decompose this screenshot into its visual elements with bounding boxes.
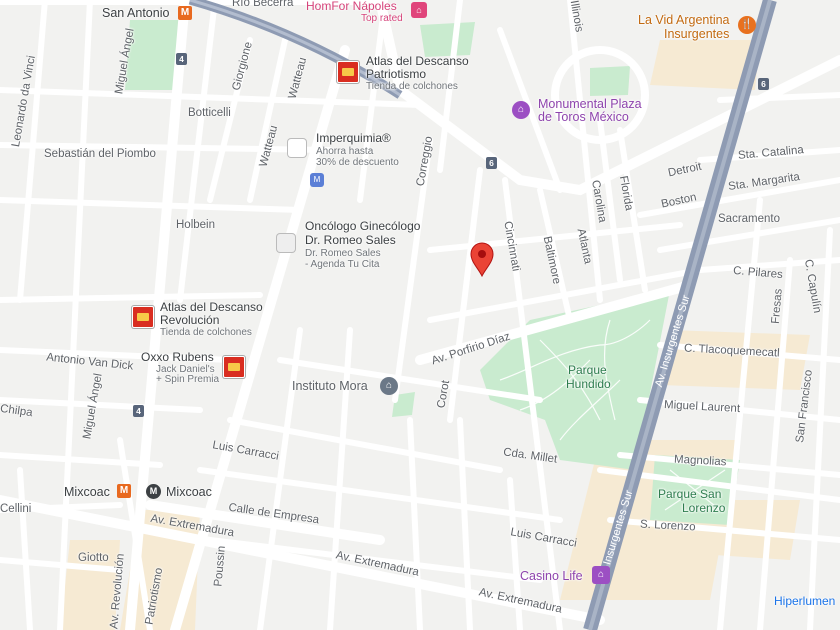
mattress-store-icon[interactable]	[337, 61, 359, 83]
route-4-shield: 4	[133, 405, 144, 417]
street-label: Magnolias	[673, 453, 727, 469]
school-icon[interactable]: ⌂	[380, 377, 398, 395]
metro-icon[interactable]: M	[178, 6, 192, 20]
oncologo-label-2[interactable]: Dr. Romeo Sales	[305, 233, 396, 247]
metro-icon[interactable]: M	[117, 484, 131, 498]
metrobus-icon[interactable]: M	[146, 484, 161, 499]
mattress-store-icon[interactable]	[132, 306, 154, 328]
route-4-shield: 4	[176, 53, 187, 65]
imperquimia-logo-icon[interactable]	[288, 139, 306, 157]
oxxo-ad-line-2: + Spin Premia	[156, 374, 220, 385]
homfor-rating: Top rated	[361, 13, 403, 24]
imperquimia-label[interactable]: Imperquimia®	[316, 131, 391, 145]
clinic-icon[interactable]	[277, 234, 295, 252]
street-label: Sebastián del Piombo	[44, 148, 156, 160]
route-6-shield: 6	[486, 157, 497, 169]
atlas-revolucion-label-2[interactable]: Revolución	[160, 313, 219, 327]
bus-stop-icon[interactable]: M	[310, 173, 324, 187]
atlas-patriotismo-label-2[interactable]: Patriotismo	[366, 67, 426, 81]
street-label: Río Becerra	[232, 0, 294, 9]
instituto-mora-label[interactable]: Instituto Mora	[292, 379, 368, 394]
casino-life-label[interactable]: Casino Life	[520, 569, 583, 584]
street-label: Holbein	[176, 219, 215, 231]
casino-icon[interactable]: ⌂	[592, 566, 610, 584]
red-location-pin	[470, 242, 494, 278]
mixcoac-label[interactable]: Mixcoac	[64, 485, 110, 500]
mixcoac-metrobus-label[interactable]: Mixcoac	[166, 485, 212, 500]
street-label: Cellini	[0, 503, 32, 515]
street-label: Botticelli	[188, 107, 231, 119]
la-vid-argentina-label[interactable]: La Vid Argentina	[638, 13, 730, 28]
street-label: Sacramento	[718, 213, 781, 225]
imperquimia-ad-line-1: Ahorra hasta	[316, 146, 374, 157]
san-antonio-label[interactable]: San Antonio	[102, 6, 169, 21]
oncologo-ad-line-2: - Agenda Tu Cita	[305, 259, 380, 270]
atlas-patriotismo-category: Tienda de colchones	[366, 81, 458, 92]
shopping-bag-icon[interactable]: ⌂	[411, 2, 427, 18]
la-vid-argentina-label-2[interactable]: Insurgentes	[664, 27, 729, 42]
restaurant-fork-icon[interactable]: 🍴	[738, 16, 756, 34]
imperquimia-ad-line-2: 30% de descuento	[316, 157, 399, 168]
monumental-plaza-label-2[interactable]: de Toros México	[538, 110, 629, 125]
atlas-revolucion-category: Tienda de colchones	[160, 327, 252, 338]
route-6-shield: 6	[758, 78, 769, 90]
oxxo-rubens-label[interactable]: Oxxo Rubens	[141, 350, 214, 364]
convenience-store-icon[interactable]	[223, 356, 245, 378]
map-canvas[interactable]: 4 4 6 6 Río Becerra Leonardo da Vinci Mi…	[0, 0, 840, 630]
oncologo-ad-line-1: Dr. Romeo Sales	[305, 248, 381, 259]
parque-hundido-label[interactable]: Parque	[568, 363, 607, 377]
parque-san-lorenzo-label[interactable]: Parque San	[658, 487, 721, 501]
hiperlumen-label[interactable]: Hiperlumen	[774, 594, 835, 608]
parque-hundido-label-2[interactable]: Hundido	[566, 377, 611, 391]
map-base-layer	[0, 0, 840, 630]
landmark-icon[interactable]: ⌂	[512, 101, 530, 119]
parque-san-lorenzo-label-2[interactable]: Lorenzo	[682, 501, 725, 515]
street-label: Giotto	[78, 552, 109, 564]
homfor-napoles-label[interactable]: HomFor Nápoles	[306, 0, 397, 13]
oncologo-label[interactable]: Oncólogo Ginecólogo	[305, 219, 420, 233]
